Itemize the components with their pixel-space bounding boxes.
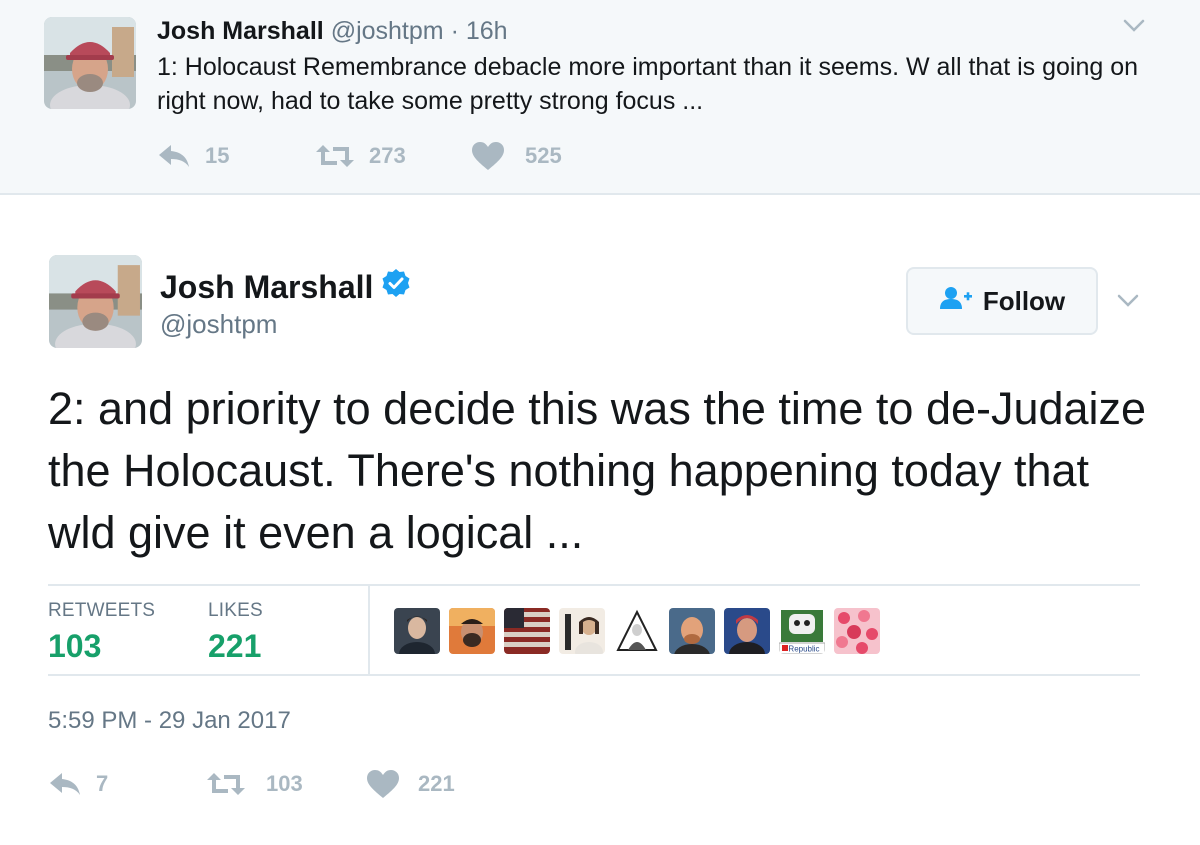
liker-avatar[interactable] bbox=[394, 608, 440, 654]
main-retweet-count: 103 bbox=[266, 771, 303, 796]
parent-author-handle[interactable]: @joshtpm bbox=[331, 17, 444, 45]
chevron-down-icon[interactable] bbox=[1122, 18, 1146, 34]
heart-icon bbox=[366, 769, 400, 799]
main-like-button[interactable]: 221 bbox=[366, 768, 455, 800]
parent-tweet[interactable]: Josh Marshall @joshtpm · 16h 1: Holocaus… bbox=[0, 0, 1200, 195]
main-retweet-button[interactable]: 103 bbox=[206, 768, 303, 800]
tweet-stats: RETWEETS 103 LIKES 221 Republic bbox=[48, 584, 1140, 676]
retweet-icon bbox=[315, 143, 355, 169]
likes-label: LIKES bbox=[208, 600, 263, 621]
parent-header: Josh Marshall @joshtpm · 16h bbox=[157, 16, 508, 46]
parent-like-button[interactable]: 525 bbox=[471, 140, 562, 172]
liker-avatar[interactable] bbox=[614, 608, 660, 654]
liker-avatar[interactable] bbox=[559, 608, 605, 654]
main-avatar[interactable] bbox=[49, 255, 142, 348]
retweets-stat[interactable]: RETWEETS 103 bbox=[48, 600, 155, 668]
parent-retweet-count: 273 bbox=[369, 143, 406, 168]
parent-author-name[interactable]: Josh Marshall bbox=[157, 17, 324, 45]
main-tweet-text: 2: and priority to decide this was the t… bbox=[48, 383, 1147, 558]
parent-reply-count: 15 bbox=[205, 143, 230, 168]
stats-divider bbox=[368, 586, 370, 674]
parent-separator: · bbox=[450, 17, 459, 45]
chevron-down-icon[interactable] bbox=[1116, 293, 1140, 309]
tweet-timestamp[interactable]: 5:59 PM - 29 Jan 2017 bbox=[48, 706, 291, 736]
follow-user-icon bbox=[939, 286, 973, 317]
likes-stat[interactable]: LIKES 221 bbox=[208, 600, 263, 668]
main-reply-count: 7 bbox=[96, 771, 109, 796]
follow-button-label: Follow bbox=[982, 285, 1066, 316]
parent-reply-button[interactable]: 15 bbox=[157, 140, 229, 172]
liker-avatar[interactable] bbox=[724, 608, 770, 654]
parent-like-count: 525 bbox=[525, 143, 562, 168]
liker-avatar[interactable] bbox=[834, 608, 880, 654]
liker-avatar[interactable] bbox=[449, 608, 495, 654]
reply-icon bbox=[157, 143, 191, 169]
follow-button[interactable]: Follow bbox=[906, 267, 1098, 335]
main-author-handle[interactable]: @joshtpm bbox=[160, 308, 277, 340]
heart-icon bbox=[471, 141, 505, 171]
main-author-name[interactable]: Josh Marshall bbox=[160, 268, 373, 306]
parent-time[interactable]: 16h bbox=[466, 17, 508, 45]
liker-avatar[interactable]: Republic bbox=[779, 608, 825, 654]
liker-avatar[interactable] bbox=[669, 608, 715, 654]
parent-avatar[interactable] bbox=[44, 17, 136, 109]
main-author-name-row[interactable]: Josh Marshall bbox=[160, 268, 411, 306]
main-like-count: 221 bbox=[418, 771, 455, 796]
parent-tweet-text: 1: Holocaust Remembrance debacle more im… bbox=[157, 53, 1139, 115]
retweets-value: 103 bbox=[48, 628, 102, 664]
reply-icon bbox=[48, 771, 82, 797]
retweets-label: RETWEETS bbox=[48, 600, 156, 621]
retweet-icon bbox=[206, 771, 246, 797]
liker-avatar[interactable] bbox=[504, 608, 550, 654]
parent-retweet-button[interactable]: 273 bbox=[315, 140, 406, 172]
main-reply-button[interactable]: 7 bbox=[48, 768, 108, 800]
liker-badge-text: Republic bbox=[788, 645, 819, 654]
verified-badge-icon bbox=[381, 268, 411, 306]
likes-value: 221 bbox=[208, 628, 262, 664]
liker-avatars: Republic bbox=[394, 608, 889, 656]
